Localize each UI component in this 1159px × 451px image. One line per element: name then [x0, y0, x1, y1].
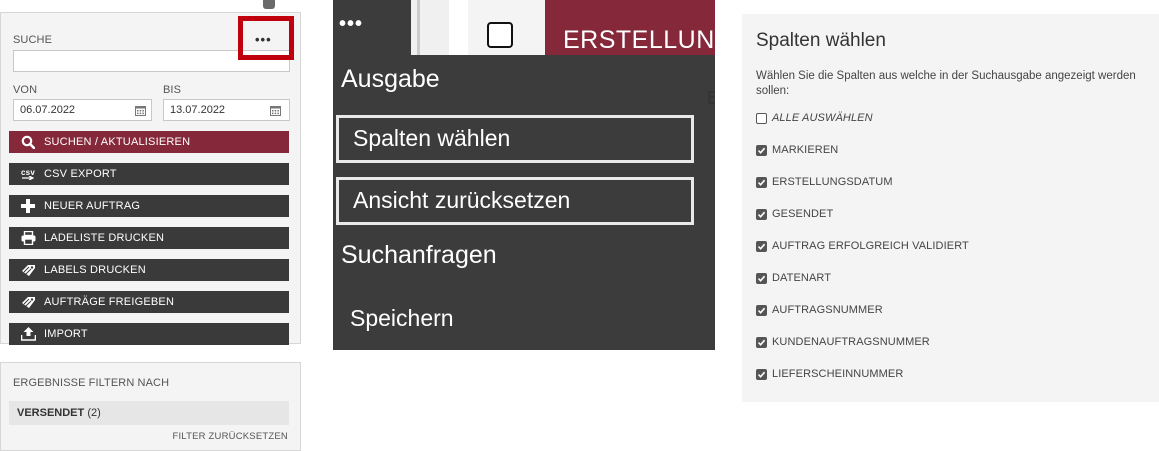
- calendar-icon[interactable]: [267, 102, 283, 118]
- menu-trigger[interactable]: •••: [333, 0, 411, 55]
- new-order-label: NEUER AUFTRAG: [44, 200, 141, 212]
- menu-item-save[interactable]: Speichern: [350, 305, 454, 332]
- menu-item-choose-columns[interactable]: Spalten wählen: [336, 115, 694, 163]
- column-option-label: MARKIEREN: [772, 144, 839, 156]
- menu-item-reset-view[interactable]: Ansicht zurücksetzen: [336, 177, 694, 225]
- column-option[interactable]: LIEFERSCHEINNUMMER: [756, 366, 903, 382]
- dialog-description: Wählen Sie die Spalten aus welche in der…: [756, 70, 1136, 97]
- column-option-label: KUNDENAUFTRAGSNUMMER: [772, 336, 930, 348]
- column-option-label: AUFTRAGSNUMMER: [772, 304, 883, 316]
- options-menu: Ausgabe Spalten wählen Ansicht zurückset…: [333, 55, 715, 350]
- section-queries: Suchanfragen: [341, 241, 497, 269]
- section-output: Ausgabe: [341, 65, 440, 93]
- plus-icon: [20, 198, 36, 214]
- column-option[interactable]: KUNDENAUFTRAGSNUMMER: [756, 334, 930, 350]
- to-label: BIS: [163, 84, 182, 96]
- filter-item-label: VERSENDET: [17, 407, 85, 419]
- search-icon: [20, 134, 36, 150]
- new-order-button[interactable]: NEUER AUFTRAG: [9, 195, 289, 217]
- column-option[interactable]: AUFTRAGSNUMMER: [756, 302, 883, 318]
- import-button[interactable]: IMPORT: [9, 323, 289, 345]
- scrollbar-handle[interactable]: [263, 0, 275, 9]
- from-date-value: 06.07.2022: [20, 104, 76, 116]
- import-label: IMPORT: [44, 328, 88, 340]
- column-option-label: LIEFERSCHEINNUMMER: [772, 368, 904, 380]
- search-sidebar: SUCHE VON BIS 06.07.2022 13.07.2022 SUCH…: [0, 0, 301, 451]
- checkbox-checked-icon[interactable]: [756, 304, 767, 316]
- csv-icon-text: csv: [21, 167, 35, 177]
- search-refresh-button[interactable]: SUCHEN / AKTUALISIEREN: [9, 131, 289, 153]
- column-option[interactable]: ERSTELLUNGSDATUM: [756, 174, 893, 190]
- release-orders-label: AUFTRÄGE FREIGEBEN: [44, 296, 175, 308]
- checkbox-checked-icon[interactable]: [756, 272, 767, 284]
- release-orders-button[interactable]: AUFTRÄGE FREIGEBEN: [9, 291, 289, 313]
- select-all-label: ALLE AUSWÄHLEN: [772, 112, 873, 124]
- column-header-erstellung[interactable]: ERSTELLUNG: [545, 0, 715, 55]
- background-text: E: [707, 88, 715, 108]
- search-card: SUCHE VON BIS 06.07.2022 13.07.2022 SUCH…: [0, 12, 301, 345]
- upload-icon: [20, 326, 36, 342]
- column-chooser: Spalten wählen Wählen Sie die Spalten au…: [742, 14, 1159, 402]
- column-option[interactable]: GESENDET: [756, 206, 833, 222]
- to-date-value: 13.07.2022: [170, 104, 226, 116]
- from-label: VON: [13, 84, 38, 96]
- checkbox-checked-icon[interactable]: [756, 368, 767, 380]
- printer-icon: [20, 230, 36, 246]
- column-option-label: AUFTRAG ERFOLGREICH VALIDIERT: [772, 240, 969, 252]
- print-loadlist-button[interactable]: LADELISTE DRUCKEN: [9, 227, 289, 249]
- csv-export-label: CSV EXPORT: [44, 168, 117, 180]
- column-option-label: ERSTELLUNGSDATUM: [772, 176, 893, 188]
- print-labels-button[interactable]: LABELS DRUCKEN: [9, 259, 289, 281]
- calendar-icon[interactable]: [132, 102, 148, 118]
- checkbox-unchecked-icon[interactable]: [756, 112, 767, 124]
- checkbox-checked-icon[interactable]: [756, 208, 767, 220]
- select-all-option[interactable]: ALLE AUSWÄHLEN: [756, 110, 873, 126]
- divider: [417, 0, 420, 55]
- label-icon: [20, 294, 36, 310]
- column-option[interactable]: AUFTRAG ERFOLGREICH VALIDIERT: [756, 238, 969, 254]
- highlight-box: [238, 16, 294, 60]
- filter-card: ERGEBNISSE FILTERN NACH VERSENDET (2) FI…: [0, 362, 301, 451]
- column-option[interactable]: MARKIEREN: [756, 142, 838, 158]
- dialog-title: Spalten wählen: [756, 30, 886, 51]
- print-loadlist-label: LADELISTE DRUCKEN: [44, 232, 165, 244]
- print-labels-label: LABELS DRUCKEN: [44, 264, 146, 276]
- filter-heading: ERGEBNISSE FILTERN NACH: [13, 377, 170, 389]
- label-icon: [20, 262, 36, 278]
- context-menu-zoom: ••• ERSTELLUNG Ausgabe Spalten wählen An…: [333, 0, 715, 350]
- filter-item-count: (2): [87, 407, 101, 419]
- checkbox-checked-icon[interactable]: [756, 240, 767, 252]
- checkbox-checked-icon[interactable]: [756, 336, 767, 348]
- filter-reset-link[interactable]: FILTER ZURÜCKSETZEN: [172, 431, 288, 442]
- column-option-label: GESENDET: [772, 208, 834, 220]
- more-dots-icon[interactable]: •••: [339, 14, 363, 34]
- checkbox-checked-icon[interactable]: [756, 144, 767, 156]
- column-option[interactable]: DATENART: [756, 270, 831, 286]
- csv-export-button[interactable]: csv CSV EXPORT: [9, 163, 289, 185]
- search-refresh-label: SUCHEN / AKTUALISIEREN: [44, 136, 191, 148]
- column-option-label: DATENART: [772, 272, 832, 284]
- checkbox-checked-icon[interactable]: [756, 176, 767, 188]
- select-all-checkbox[interactable]: [487, 22, 513, 48]
- search-label: SUCHE: [13, 34, 53, 46]
- filter-item-versendet[interactable]: VERSENDET (2): [9, 401, 289, 425]
- csv-icon: csv: [20, 166, 36, 182]
